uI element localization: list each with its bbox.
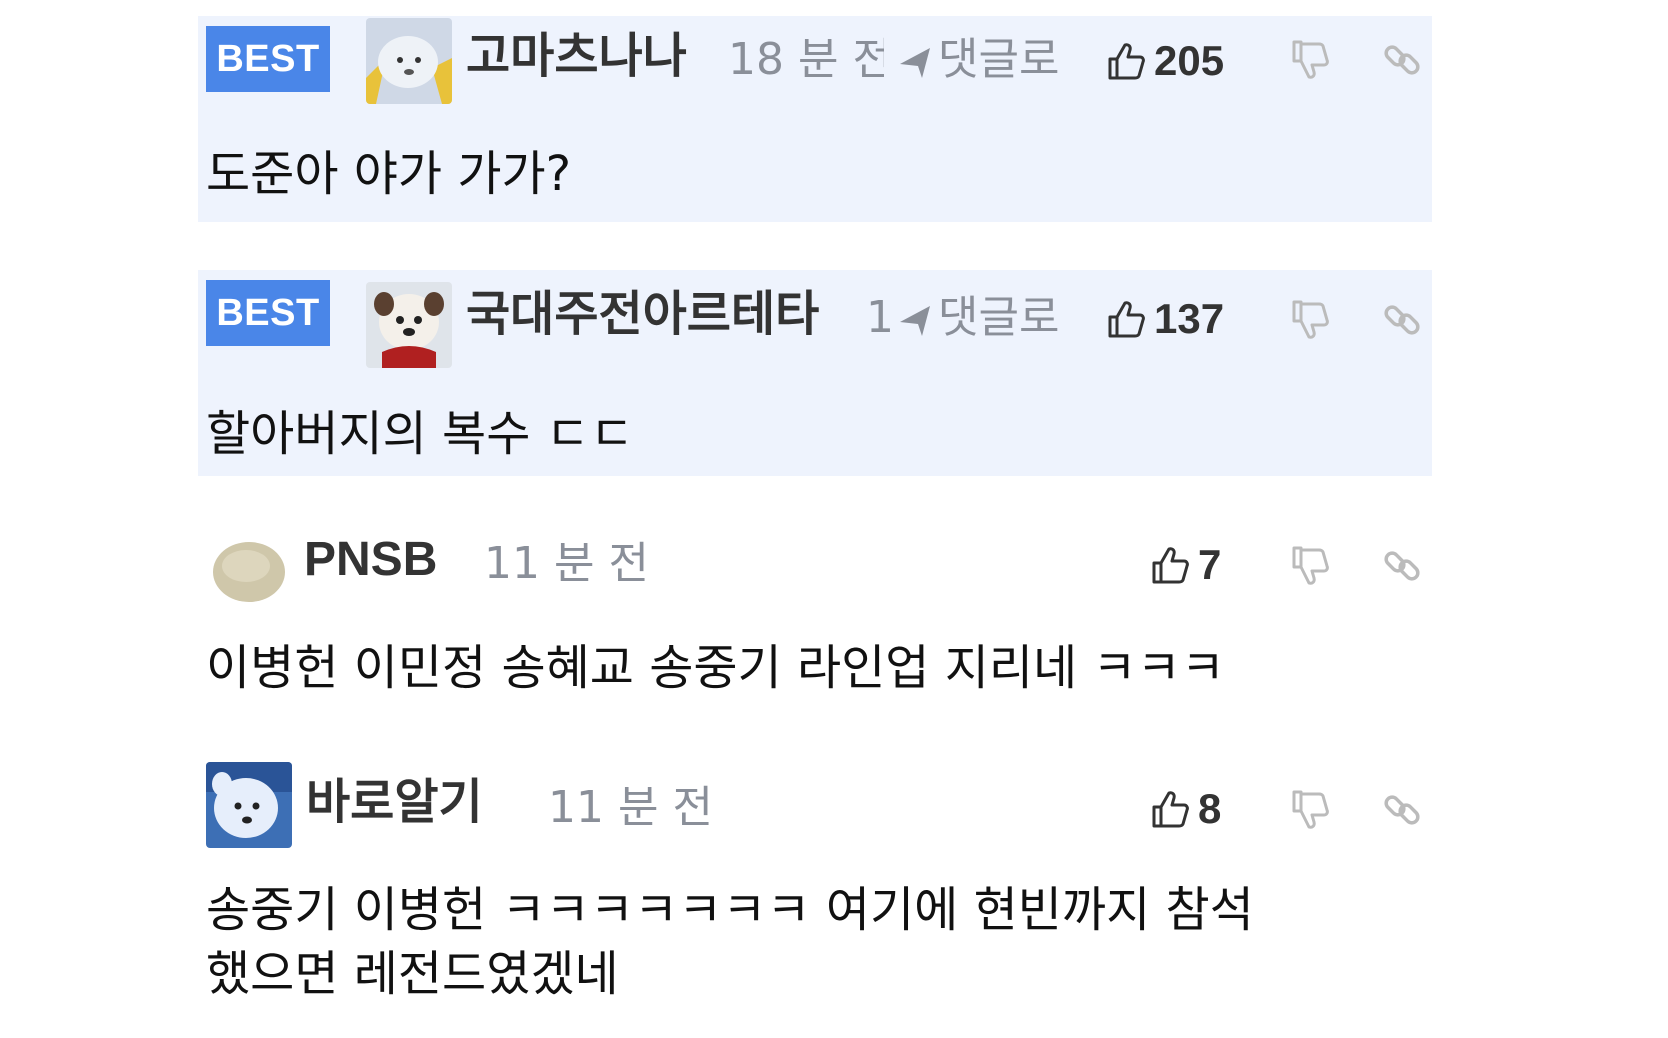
thumbs-up-icon [1108,300,1145,337]
timestamp: 11 분 전 [548,782,713,833]
nickname[interactable]: PNSB [304,530,437,590]
dislike-button[interactable] [1290,544,1330,592]
comment: PNSB 11 분 전 7 이병헌 이민정 송혜교 송중기 라인업 지리네 ㅋㅋ… [198,520,1432,710]
link-icon [1384,795,1420,825]
best-comment: BEST 고마츠나나 18 분 전 댓글로 205 도준아 야가 가가? [198,16,1432,222]
like-button[interactable]: 137 [1106,288,1224,349]
thumbs-up-icon [1108,42,1145,79]
best-comment: BEST 국대주전아르테타 1 댓글로 137 할아버지의 복수 ㄷㄷ [198,270,1432,476]
thumbs-down-icon [1292,300,1329,339]
like-count: 7 [1198,540,1222,588]
like-button[interactable]: 8 [1150,778,1221,839]
like-count: 8 [1198,784,1222,832]
reply-label: 댓글로 [938,292,1060,343]
link-icon [1384,45,1420,75]
thumbs-down-icon [1292,790,1329,829]
comment-text: 송중기 이병헌 ㅋㅋㅋㅋㅋㅋㅋ 여기에 현빈까지 참석 했으면 레전드였겠네 [206,882,1254,1002]
avatar[interactable] [366,18,452,104]
reply-button[interactable]: 댓글로 [898,30,1059,90]
link-button[interactable] [1382,790,1422,834]
reply-arrow-icon [900,306,930,336]
thumbs-up-icon [1152,790,1189,827]
comment: 바로알기 11 분 전 8 송중기 이병헌 ㅋㅋㅋㅋㅋㅋㅋ 여기에 현빈까지 참… [198,760,1432,1010]
avatar[interactable] [206,762,292,848]
link-button[interactable] [1382,546,1422,590]
timestamp: 18 분 전 [728,34,884,85]
like-count: 205 [1154,36,1225,84]
dislike-button[interactable] [1290,298,1330,346]
thumbs-down-icon [1292,40,1329,79]
dislike-button[interactable] [1290,38,1330,86]
nickname[interactable]: 바로알기 [306,772,483,832]
best-badge: BEST [206,280,330,346]
reply-button[interactable]: 댓글로 [898,288,1059,348]
link-button[interactable] [1382,300,1422,344]
best-badge: BEST [206,26,330,92]
dislike-button[interactable] [1290,788,1330,836]
nickname[interactable]: 국대주전아르테타 [466,284,819,344]
link-icon [1384,551,1420,581]
comment-text: 이병헌 이민정 송혜교 송중기 라인업 지리네 ㅋㅋㅋ [206,640,1225,696]
like-button[interactable]: 205 [1106,30,1224,91]
nickname[interactable]: 고마츠나나 [466,26,687,86]
link-button[interactable] [1382,40,1422,84]
timestamp: 1 [866,292,894,343]
avatar[interactable] [210,530,288,608]
like-button[interactable]: 7 [1150,534,1221,595]
thumbs-up-icon [1152,546,1189,583]
comment-text: 도준아 야가 가가? [206,146,572,202]
avatar[interactable] [366,282,452,368]
reply-arrow-icon [900,48,930,78]
timestamp: 11 분 전 [484,538,649,589]
like-count: 137 [1154,294,1225,342]
comment-text: 할아버지의 복수 ㄷㄷ [206,406,634,462]
thumbs-down-icon [1292,546,1329,585]
link-icon [1384,305,1420,335]
reply-label: 댓글로 [938,34,1060,85]
